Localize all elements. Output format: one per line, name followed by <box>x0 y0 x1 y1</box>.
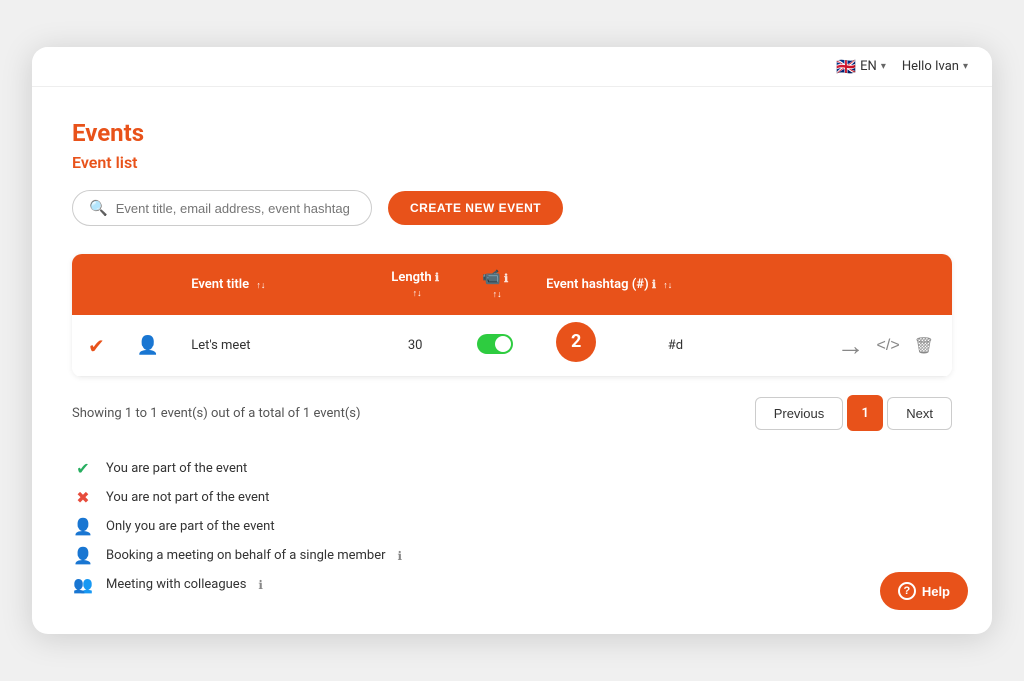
row-title-cell[interactable]: Let's meet <box>175 315 370 377</box>
lang-chevron-icon: ▾ <box>881 61 886 72</box>
row-video-cell <box>460 315 530 377</box>
code-button[interactable]: </> <box>875 335 902 357</box>
hashtag-text: #d <box>668 338 683 353</box>
col-person <box>121 254 175 315</box>
hashtag-sort-icon[interactable]: ↑↓ <box>663 282 672 291</box>
toolbar: 🔍 CREATE NEW EVENT <box>72 190 952 226</box>
next-button[interactable]: Next <box>887 397 952 430</box>
col-event-title: Event title ↑↓ <box>175 254 370 315</box>
help-circle-icon: ? <box>898 582 916 600</box>
legend-person-icon: 👤 <box>72 517 94 536</box>
delete-button[interactable]: 🗑 <box>912 334 936 358</box>
table-row: ✔ 👤 Let's meet 30 #d <box>72 315 952 377</box>
previous-button[interactable]: Previous <box>755 397 844 430</box>
flag-icon: 🇬🇧 <box>836 57 856 76</box>
length-sort-icon[interactable]: ↑↓ <box>413 290 422 299</box>
legend: ✔ You are part of the event ✖ You are no… <box>72 459 952 594</box>
legend-person-text: Only you are part of the event <box>106 519 275 534</box>
col-hashtag: Event hashtag (#) ℹ ↑↓ <box>530 254 820 315</box>
actions-container: → </> 🗑 <box>837 329 936 362</box>
legend-person-ring-text: Booking a meeting on behalf of a single … <box>106 548 386 563</box>
pagination-area: Showing 1 to 1 event(s) out of a total o… <box>72 395 952 431</box>
main-content: Events Event list 🔍 CREATE NEW EVENT Eve… <box>32 87 992 634</box>
page-title: Events <box>72 119 952 147</box>
col-actions <box>821 254 952 315</box>
legend-person-ring-info-icon: ℹ <box>398 549 403 563</box>
search-icon: 🔍 <box>89 199 108 217</box>
hashtag-info-icon: ℹ <box>652 278 656 291</box>
legend-persons-icon: 👥 <box>72 575 94 594</box>
user-greeting-text: Hello Ivan <box>902 59 959 74</box>
row-person-cell: 👤 <box>121 315 175 377</box>
pagination-controls: Previous 1 Next <box>755 395 952 431</box>
language-label: EN <box>860 59 877 74</box>
legend-check-icon: ✔ <box>72 459 94 478</box>
hashtag-container: #d 2 <box>546 338 804 353</box>
search-input[interactable] <box>116 201 355 216</box>
create-new-event-button[interactable]: CREATE NEW EVENT <box>388 191 563 225</box>
user-chevron-icon: ▾ <box>963 61 968 72</box>
legend-persons-text: Meeting with colleagues <box>106 577 246 592</box>
user-greeting[interactable]: Hello Ivan ▾ <box>902 59 968 74</box>
video-toggle[interactable] <box>477 334 513 354</box>
row-length-cell: 30 <box>370 315 460 377</box>
showing-text: Showing 1 to 1 event(s) out of a total o… <box>72 406 361 421</box>
main-window: 🇬🇧 EN ▾ Hello Ivan ▾ Events Event list 🔍… <box>32 47 992 634</box>
search-box[interactable]: 🔍 <box>72 190 372 226</box>
col-check <box>72 254 121 315</box>
row-hashtag-cell: #d 2 <box>530 315 820 377</box>
legend-cross-icon: ✖ <box>72 488 94 507</box>
length-info-icon: ℹ <box>435 271 439 284</box>
topbar: 🇬🇧 EN ▾ Hello Ivan ▾ <box>32 47 992 87</box>
col-video: 📹 ℹ ↑↓ <box>460 254 530 315</box>
notification-bubble: 2 <box>556 322 596 362</box>
legend-cross-text: You are not part of the event <box>106 490 269 505</box>
language-selector[interactable]: 🇬🇧 EN ▾ <box>836 57 886 76</box>
legend-item-persons: 👥 Meeting with colleagues ℹ <box>72 575 952 594</box>
arrow-right-icon: → <box>837 329 865 362</box>
legend-item-person-ring: 👤 Booking a meeting on behalf of a singl… <box>72 546 952 565</box>
legend-person-ring-icon: 👤 <box>72 546 94 565</box>
check-icon: ✔ <box>88 334 105 358</box>
person-icon: 👤 <box>137 335 159 356</box>
video-sort-icon[interactable]: ↑↓ <box>493 291 502 300</box>
legend-check-text: You are part of the event <box>106 461 247 476</box>
col-length: Length ℹ ↑↓ <box>370 254 460 315</box>
legend-item-person: 👤 Only you are part of the event <box>72 517 952 536</box>
legend-persons-info-icon: ℹ <box>258 578 263 592</box>
legend-item-cross: ✖ You are not part of the event <box>72 488 952 507</box>
current-page[interactable]: 1 <box>847 395 883 431</box>
video-info-icon: ℹ <box>504 272 508 285</box>
row-actions-cell: → </> 🗑 <box>821 315 952 377</box>
sort-icon[interactable]: ↑↓ <box>256 282 265 291</box>
help-button[interactable]: ? Help <box>880 572 968 610</box>
table-header-row: Event title ↑↓ Length ℹ ↑↓ 📹 ℹ ↑↓ <box>72 254 952 315</box>
legend-item-check: ✔ You are part of the event <box>72 459 952 478</box>
section-title: Event list <box>72 153 952 172</box>
row-check-cell: ✔ <box>72 315 121 377</box>
events-table: Event title ↑↓ Length ℹ ↑↓ 📹 ℹ ↑↓ <box>72 254 952 377</box>
